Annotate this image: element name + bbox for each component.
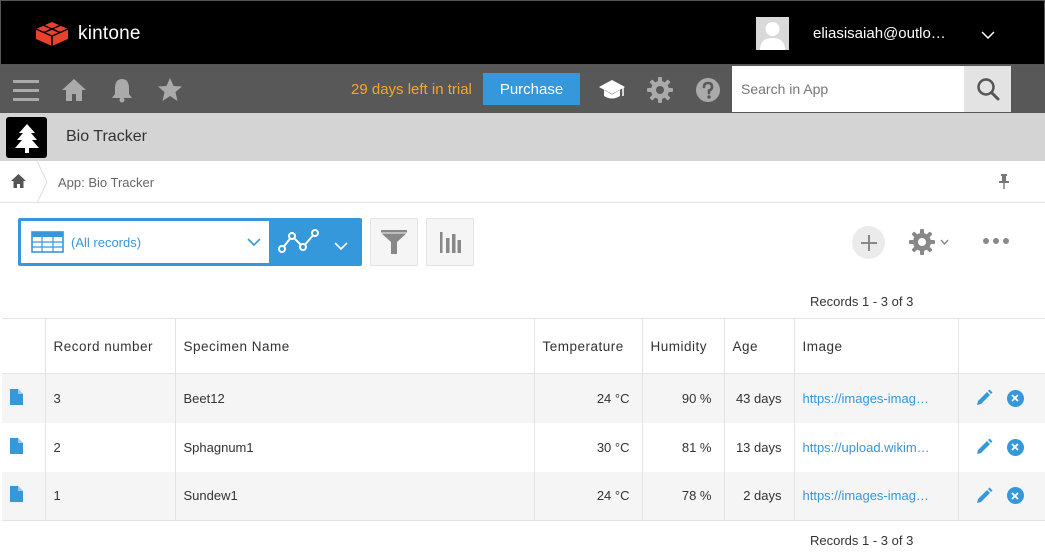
age-cell: 2 days xyxy=(724,471,795,521)
image-link-cell[interactable]: https://images-imag… xyxy=(794,471,959,521)
row-actions xyxy=(958,471,1045,521)
purchase-button[interactable]: Purchase xyxy=(483,73,580,105)
document-icon[interactable] xyxy=(10,388,23,405)
temperature-cell: 30 °C xyxy=(534,422,643,472)
column-header[interactable]: Record number xyxy=(45,318,176,374)
table-row[interactable]: 3 Beet12 24 °C 90 % 43 days https://imag… xyxy=(2,373,1045,423)
gear-icon xyxy=(909,229,935,255)
home-icon[interactable] xyxy=(61,78,87,107)
graduation-cap-icon[interactable] xyxy=(598,78,626,107)
trial-notice: 29 days left in trial xyxy=(351,81,472,98)
pencil-edit-icon[interactable] xyxy=(975,389,993,407)
line-graph-icon xyxy=(278,229,319,253)
kintone-logo[interactable]: kintone xyxy=(35,21,141,47)
more-options-icon[interactable] xyxy=(983,238,1009,244)
pencil-edit-icon[interactable] xyxy=(975,487,993,505)
toolbar: 29 days left in trial Purchase xyxy=(0,65,1045,113)
column-header[interactable]: Age xyxy=(724,318,795,374)
graph-view-button[interactable] xyxy=(278,229,320,260)
record-number-cell: 1 xyxy=(45,471,176,521)
table-row[interactable]: 1 Sundew1 24 °C 78 % 2 days https://imag… xyxy=(2,471,1045,521)
row-actions xyxy=(958,422,1045,472)
view-selector: (All records) xyxy=(18,218,362,266)
column-header-actions xyxy=(958,318,1045,374)
app-title[interactable]: Bio Tracker xyxy=(66,128,147,146)
row-detail-cell xyxy=(2,471,46,521)
delete-record-icon[interactable] xyxy=(1006,438,1024,456)
column-header[interactable]: Specimen Name xyxy=(175,318,535,374)
record-count-top: Records 1 - 3 of 3 xyxy=(810,294,914,309)
hamburger-menu-icon[interactable] xyxy=(13,78,39,107)
humidity-cell: 90 % xyxy=(642,373,725,423)
delete-record-icon[interactable] xyxy=(1006,389,1024,407)
breadcrumb-separator xyxy=(36,160,48,208)
specimen-name-cell: Beet12 xyxy=(175,373,535,423)
record-count-bottom: Records 1 - 3 of 3 xyxy=(810,533,914,548)
humidity-cell: 81 % xyxy=(642,422,725,472)
search-icon xyxy=(976,78,999,101)
temperature-cell: 24 °C xyxy=(534,471,643,521)
user-icon xyxy=(760,22,785,50)
specimen-name-cell: Sphagnum1 xyxy=(175,422,535,472)
tree-icon xyxy=(14,123,39,153)
app-settings-button[interactable] xyxy=(909,229,949,255)
bar-chart-icon xyxy=(440,232,461,253)
top-header: kintone eliasisaiah@outlo… xyxy=(0,0,1045,65)
image-link-cell[interactable]: https://images-imag… xyxy=(794,373,959,423)
chevron-down-icon xyxy=(247,238,261,247)
graph-button[interactable] xyxy=(426,218,474,266)
gear-icon[interactable] xyxy=(647,77,673,108)
table-view-icon xyxy=(31,231,64,253)
record-number-cell: 3 xyxy=(45,373,176,423)
age-cell: 43 days xyxy=(724,373,795,423)
bell-icon[interactable] xyxy=(110,77,134,108)
chevron-down-icon[interactable] xyxy=(981,27,995,45)
column-header-icon xyxy=(2,318,46,374)
specimen-name-cell: Sundew1 xyxy=(175,471,535,521)
filter-funnel-icon xyxy=(381,230,407,254)
pencil-edit-icon[interactable] xyxy=(975,438,993,456)
record-number-cell: 2 xyxy=(45,422,176,472)
app-header: Bio Tracker xyxy=(0,113,1045,161)
column-header[interactable]: Image xyxy=(794,318,959,374)
user-email[interactable]: eliasisaiah@outlo… xyxy=(813,25,946,42)
graph-dropdown-chevron-icon[interactable] xyxy=(334,238,348,256)
row-actions xyxy=(958,373,1045,423)
plus-icon xyxy=(860,234,877,251)
image-link-cell[interactable]: https://upload.wikim… xyxy=(794,422,959,472)
row-detail-cell xyxy=(2,422,46,472)
column-header[interactable]: Temperature xyxy=(534,318,643,374)
document-icon[interactable] xyxy=(10,437,23,454)
breadcrumb-home-icon[interactable] xyxy=(11,174,26,193)
chevron-down-icon xyxy=(940,239,949,245)
document-icon[interactable] xyxy=(10,486,23,503)
view-dropdown[interactable]: (All records) xyxy=(21,221,269,263)
search-button[interactable] xyxy=(964,66,1011,112)
breadcrumb: App: Bio Tracker xyxy=(0,160,1045,204)
table-header-row: Record number Specimen Name Temperature … xyxy=(2,318,1045,374)
kintone-logo-icon xyxy=(35,22,69,46)
logo-text: kintone xyxy=(78,23,141,44)
filter-button[interactable] xyxy=(370,218,418,266)
column-header[interactable]: Humidity xyxy=(642,318,725,374)
view-selected-label: (All records) xyxy=(71,235,142,250)
humidity-cell: 78 % xyxy=(642,471,725,521)
breadcrumb-app[interactable]: App: Bio Tracker xyxy=(58,175,154,190)
app-icon[interactable] xyxy=(6,117,47,158)
delete-record-icon[interactable] xyxy=(1006,487,1024,505)
avatar[interactable] xyxy=(756,17,789,50)
star-icon[interactable] xyxy=(157,77,183,107)
row-detail-cell xyxy=(2,373,46,423)
table-row[interactable]: 2 Sphagnum1 30 °C 81 % 13 days https://u… xyxy=(2,422,1045,472)
pin-icon[interactable] xyxy=(997,173,1011,194)
age-cell: 13 days xyxy=(724,422,795,472)
add-record-button[interactable] xyxy=(852,226,885,259)
question-icon[interactable] xyxy=(695,77,721,108)
temperature-cell: 24 °C xyxy=(534,373,643,423)
search-input[interactable] xyxy=(732,66,964,112)
records-table: Record number Specimen Name Temperature … xyxy=(2,318,1045,521)
